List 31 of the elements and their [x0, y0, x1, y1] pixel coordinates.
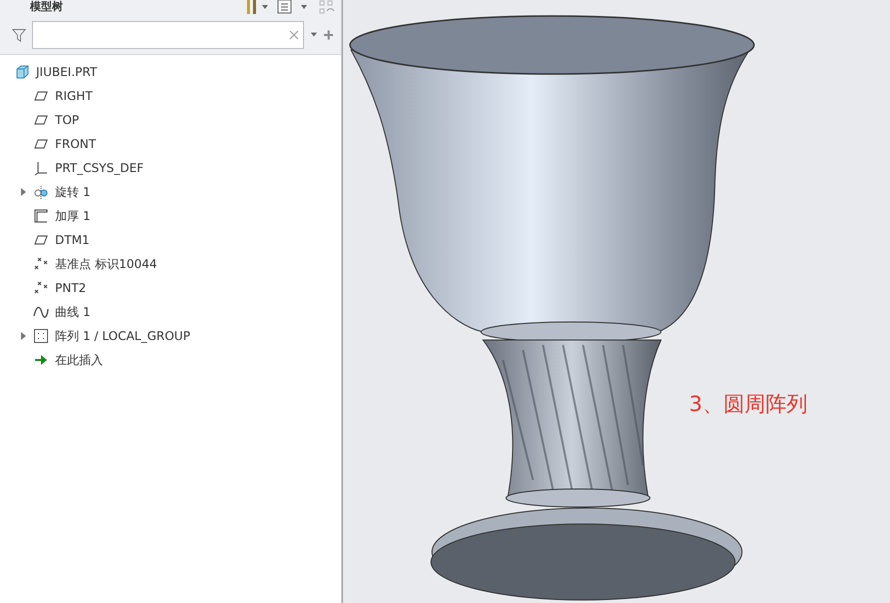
- tree-item[interactable]: RIGHT: [0, 84, 341, 108]
- search-field[interactable]: [32, 21, 304, 49]
- curve-icon: [33, 304, 49, 320]
- filter-icon[interactable]: [12, 26, 26, 44]
- tree-item[interactable]: 加厚 1: [0, 204, 341, 228]
- tree-item[interactable]: 旋转 1: [0, 180, 341, 204]
- tree-item[interactable]: 曲线 1: [0, 300, 341, 324]
- annotation-text: 3、圆周阵列: [689, 391, 808, 418]
- tree-item[interactable]: JIUBEI.PRT: [0, 60, 341, 84]
- revolve-icon: [33, 184, 49, 200]
- tree-item[interactable]: TOP: [0, 108, 341, 132]
- add-icon[interactable]: [324, 29, 333, 41]
- axes-icon: [33, 160, 49, 176]
- datum-points-icon: [33, 280, 49, 296]
- tree-item[interactable]: 阵列 1 / LOCAL_GROUP: [0, 324, 341, 348]
- tree-item[interactable]: PNT2: [0, 276, 341, 300]
- datum-points-icon: [33, 256, 49, 272]
- tree-item[interactable]: 在此插入: [0, 348, 341, 372]
- cube-icon: [14, 64, 30, 80]
- settings-icon[interactable]: [245, 0, 269, 14]
- tree-item[interactable]: 基准点 标识10044: [0, 252, 341, 276]
- clear-icon[interactable]: [288, 30, 299, 40]
- panel-title: 模型树: [30, 0, 63, 14]
- pattern-icon: [33, 328, 49, 344]
- caret-icon[interactable]: [310, 31, 318, 39]
- thicken-icon: [33, 208, 49, 224]
- show-hide-icon[interactable]: [319, 0, 335, 14]
- tree-item[interactable]: DTM1: [0, 228, 341, 252]
- arrow-icon: [33, 352, 49, 368]
- tree-item[interactable]: FRONT: [0, 132, 341, 156]
- tree-item[interactable]: PRT_CSYS_DEF: [0, 156, 341, 180]
